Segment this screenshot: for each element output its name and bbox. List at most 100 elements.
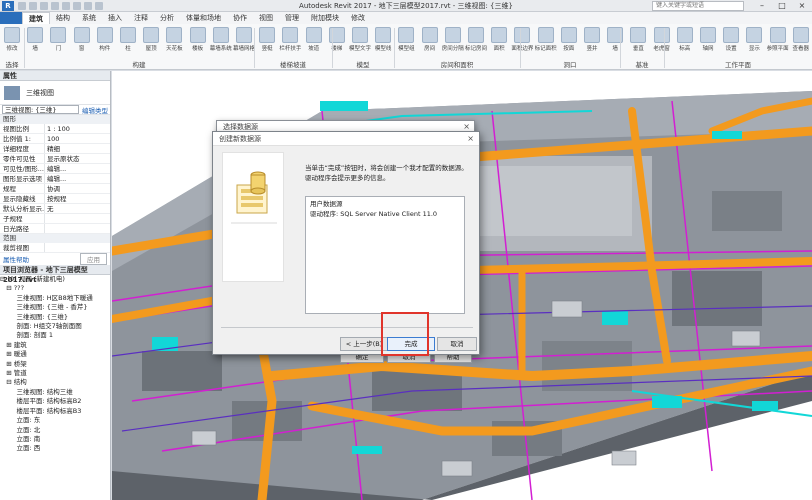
ribbon-tool[interactable]: 竖井 <box>581 26 603 58</box>
browser-tree-item[interactable]: 三维视图: {三维} <box>0 313 110 322</box>
tab-modify[interactable]: 修改 <box>345 12 371 24</box>
ribbon-tool[interactable]: 天花板 <box>163 26 185 58</box>
close-icon[interactable]: × <box>792 0 812 12</box>
search-input[interactable]: 键入关键字或短语 <box>652 1 744 11</box>
tab-analyze[interactable]: 分析 <box>154 12 180 24</box>
property-value[interactable]: 编辑... <box>44 174 110 183</box>
tool-icon <box>769 27 786 43</box>
tool-icon <box>375 27 392 43</box>
properties-help-link[interactable]: 属性帮助 <box>3 254 29 264</box>
ribbon-tool[interactable]: 标记面积 <box>535 26 557 58</box>
ribbon-tool[interactable]: 显示 <box>743 26 765 58</box>
browser-tree-item[interactable]: ⊟ [0] 视图 (新建机电) <box>0 275 110 284</box>
ribbon-tool[interactable]: 门 <box>47 26 69 58</box>
ribbon-tool[interactable]: 幕墙系统 <box>210 26 232 58</box>
browser-tree-item[interactable]: 立面: 北 <box>0 426 110 435</box>
property-value[interactable]: 编辑... <box>44 164 110 173</box>
ribbon-tool[interactable]: 竖梃 <box>256 26 278 58</box>
ribbon-tool[interactable]: 构件 <box>94 26 116 58</box>
ribbon-tool[interactable]: 楼梯 <box>326 26 348 58</box>
property-value[interactable]: 1 : 100 <box>44 124 110 133</box>
tab-manage[interactable]: 管理 <box>279 12 305 24</box>
property-value[interactable] <box>44 214 110 223</box>
ribbon-tool[interactable]: 坡道 <box>303 26 325 58</box>
ribbon-tool[interactable]: 老虎窗 <box>651 26 673 58</box>
tab-collaborate[interactable]: 协作 <box>227 12 253 24</box>
ribbon-tool[interactable]: 修改 <box>1 26 23 58</box>
tool-icon <box>537 27 554 43</box>
browser-tree-item[interactable]: 立面: 西 <box>0 444 110 453</box>
maximize-icon[interactable]: □ <box>772 0 792 12</box>
ribbon-tool[interactable]: 栏杆扶手 <box>279 26 301 58</box>
ribbon-tool[interactable]: 楼板 <box>187 26 209 58</box>
ribbon-tool[interactable]: 墙 <box>24 26 46 58</box>
browser-tree-item[interactable]: ⊞ 建筑 <box>0 341 110 350</box>
browser-tree-item[interactable]: 三维视图: {三维 - 香芹} <box>0 303 110 312</box>
browser-tree-item[interactable]: ⊟ 结构 <box>0 378 110 387</box>
properties-group-range[interactable]: 范围 <box>0 234 110 243</box>
ribbon-tool[interactable]: 标记房间 <box>465 26 487 58</box>
type-selector[interactable]: 三维视图 <box>0 81 110 105</box>
ribbon-tool[interactable]: 墙 <box>604 26 626 58</box>
tab-structure[interactable]: 结构 <box>50 12 76 24</box>
property-value[interactable]: 按规程 <box>44 194 110 203</box>
browser-tree-item[interactable]: 楼层平面: 结构标高B3 <box>0 407 110 416</box>
ribbon-tool[interactable]: 窗 <box>71 26 93 58</box>
property-value[interactable] <box>44 243 110 252</box>
browser-tree-item[interactable]: 立面: 东 <box>0 416 110 425</box>
property-value[interactable]: 100 <box>44 134 110 143</box>
browser-tree-item[interactable]: 三维视图: 结构三维 <box>0 388 110 397</box>
browser-tree-item[interactable]: 楼层平面: 结构标高B2 <box>0 397 110 406</box>
ribbon-tool[interactable]: 模型组 <box>395 26 417 58</box>
browser-tree-item[interactable]: 立面: 南 <box>0 435 110 444</box>
ribbon-tool[interactable]: 标高 <box>674 26 696 58</box>
tab-view[interactable]: 视图 <box>253 12 279 24</box>
ribbon-tool[interactable]: 按面 <box>558 26 580 58</box>
apply-button[interactable]: 应用 <box>80 253 107 265</box>
panel-select-label[interactable]: 选择 <box>2 59 22 69</box>
tab-systems[interactable]: 系统 <box>76 12 102 24</box>
property-value[interactable]: 协调 <box>44 184 110 193</box>
tab-addins[interactable]: 附加模块 <box>305 12 345 24</box>
browser-tree-item[interactable]: 剖面: 剖面 1 <box>0 331 110 340</box>
ribbon-tool[interactable]: 房间 <box>419 26 441 58</box>
instance-filter-dropdown[interactable]: 三维视图: {三维} <box>2 105 79 114</box>
close-icon[interactable]: × <box>463 122 470 131</box>
browser-tree-item[interactable]: ⊟ ??? <box>0 284 110 293</box>
property-key: 视图比例 <box>3 125 29 133</box>
application-menu-button[interactable] <box>0 12 22 24</box>
tab-massing-site[interactable]: 体量和场地 <box>180 12 227 24</box>
tab-annotate[interactable]: 注释 <box>128 12 154 24</box>
ribbon-tool[interactable]: 面积 <box>488 26 510 58</box>
tab-architecture[interactable]: 建筑 <box>22 12 50 24</box>
ribbon-tool[interactable]: 轴网 <box>697 26 719 58</box>
tool-icon <box>630 27 647 43</box>
ribbon-tool[interactable]: 模型文字 <box>349 26 371 58</box>
property-value[interactable] <box>44 224 110 233</box>
property-value[interactable]: 无 <box>44 204 110 213</box>
browser-tree-item[interactable]: ⊞ 管道 <box>0 369 110 378</box>
minimize-icon[interactable]: – <box>752 0 772 12</box>
ribbon-tool[interactable]: 房间分隔 <box>442 26 464 58</box>
property-value[interactable]: 显示原状态 <box>44 154 110 163</box>
ribbon-tool[interactable]: 柱 <box>117 26 139 58</box>
browser-tree-item[interactable]: 剖面: H组交7轴剖面图 <box>0 322 110 331</box>
ribbon-tool[interactable]: 模型线 <box>372 26 394 58</box>
ribbon-tool[interactable]: 面积边界 <box>511 26 533 58</box>
browser-tree-item[interactable]: ⊞ 桥架 <box>0 360 110 369</box>
browser-tree-item[interactable]: 三维视图: H区B8地下暖通 <box>0 294 110 303</box>
browser-tree-item[interactable]: ⊞ 暖通 <box>0 350 110 359</box>
ribbon-tool[interactable]: 设置 <box>720 26 742 58</box>
property-value[interactable]: 精细 <box>44 144 110 153</box>
ribbon-tool[interactable]: 参照平面 <box>767 26 789 58</box>
properties-group-graphics[interactable]: 图形 <box>0 115 110 124</box>
ribbon-tool[interactable]: 幕墙网格 <box>233 26 255 58</box>
tool-icon <box>491 27 508 43</box>
ribbon-tool[interactable]: 查看器 <box>790 26 812 58</box>
tab-insert[interactable]: 插入 <box>102 12 128 24</box>
close-icon[interactable]: × <box>467 134 474 143</box>
ribbon-tool[interactable]: 屋顶 <box>140 26 162 58</box>
cancel-button[interactable]: 取消 <box>437 337 477 351</box>
ribbon-tool[interactable]: 垂直 <box>627 26 649 58</box>
edit-type-button[interactable]: 编辑类型 <box>82 105 108 115</box>
